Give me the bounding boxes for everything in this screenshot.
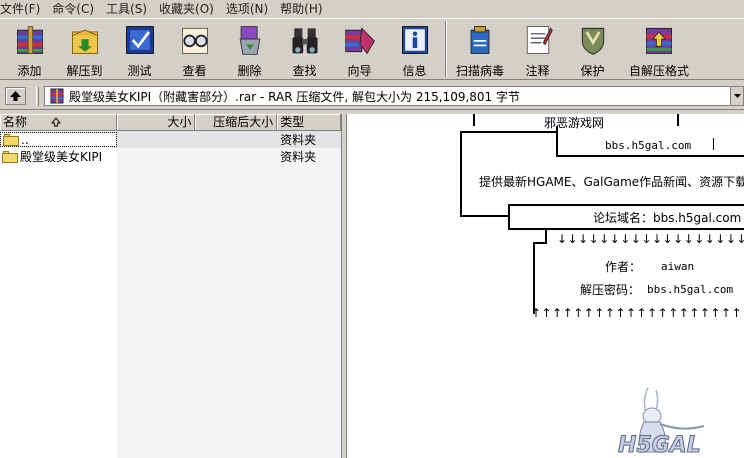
add-label: 添加 — [17, 64, 42, 78]
frame-line — [508, 204, 510, 230]
forum-domain: 论坛域名：bbs.h5gal.com — [593, 211, 742, 225]
frame-line — [460, 131, 556, 133]
password-value: bbs.h5gal.com — [647, 283, 734, 296]
up-folder-button[interactable] — [5, 87, 26, 105]
view-glasses-icon — [181, 27, 208, 54]
delete-recycle-icon — [239, 26, 260, 55]
info-button[interactable]: 信息 — [387, 19, 442, 79]
column-shade — [117, 131, 341, 458]
column-size[interactable]: 大小 — [116, 114, 196, 131]
menu-help[interactable]: 帮助(H) — [280, 1, 328, 17]
site-name: 邪恶游戏网 — [544, 116, 605, 130]
chevron-down-icon — [733, 94, 741, 98]
view-label: 查看 — [182, 64, 207, 78]
sfx-button[interactable]: 自解压格式 — [620, 19, 698, 79]
sfx-icon — [646, 27, 672, 54]
frame-line — [508, 228, 744, 230]
sfx-label: 自解压格式 — [628, 64, 689, 78]
author-label: 作者： — [605, 260, 642, 274]
menu-file[interactable]: 文件(F) — [0, 1, 46, 17]
file-type: 资料夹 — [280, 150, 317, 164]
frame-line — [473, 114, 475, 126]
sort-up-icon — [51, 117, 62, 127]
wizard-icon — [344, 27, 375, 55]
extract-to-button[interactable]: 解压到 — [57, 19, 112, 79]
h5gal-logo-text: H5GAL — [618, 433, 701, 458]
up-arrow-icon — [10, 91, 21, 101]
info-label: 信息 — [402, 64, 427, 78]
menu-bar: 文件(F) 命令(C) 工具(S) 收藏夹(O) 选项(N) 帮助(H) — [0, 0, 744, 17]
file-name: 殿堂级美女KIPI — [20, 150, 103, 164]
site-url: bbs.h5gal.com — [605, 139, 692, 152]
table-row[interactable]: .. 资料夹 — [0, 131, 341, 148]
file-type: 资料夹 — [280, 133, 317, 147]
address-path: 殿堂级美女KIPI（附藏害部分）.rar - RAR 压缩文件, 解包大小为 2… — [69, 89, 520, 104]
column-type[interactable]: 类型 — [277, 114, 341, 131]
comment-icon — [526, 26, 553, 54]
extract-to-label: 解压到 — [66, 64, 103, 78]
add-button[interactable]: 添加 — [2, 19, 57, 79]
frame-line — [460, 131, 462, 217]
frame-line — [460, 215, 510, 217]
add-books-icon — [16, 26, 43, 54]
info-icon — [401, 26, 428, 54]
comment-label: 注释 — [525, 64, 550, 78]
wizard-label: 向导 — [347, 64, 372, 78]
up-arrows-row: ↑↑↑↑↑↑↑↑↑↑↑↑↑↑↑↑↑↑↑↑↑ — [531, 306, 744, 320]
extract-folder-icon — [71, 29, 98, 54]
menu-commands[interactable]: 命令(C) — [52, 1, 100, 17]
address-bar: 殿堂级美女KIPI（附藏害部分）.rar - RAR 压缩文件, 解包大小为 2… — [0, 83, 744, 110]
address-dropdown-button[interactable] — [730, 86, 744, 106]
frame-line — [556, 126, 558, 157]
file-list-header: 名称 大小 压缩后大小 类型 — [0, 114, 341, 131]
file-rows: .. 资料夹 殿堂级美女KIPI 资料夹 — [0, 131, 341, 458]
down-arrows-row: ↓↓↓↓↓↓↓↓↓↓↓↓↓↓↓↓↓↓↓↓↓ — [557, 232, 744, 246]
frame-line — [533, 242, 547, 244]
column-name[interactable]: 名称 — [0, 114, 117, 131]
menu-favorites[interactable]: 收藏夹(O) — [159, 1, 220, 17]
toolbar: 添加 解压到 测试 查看 删除 查找 向导 信息 扫描病毒 注释 保护 自解压格… — [0, 18, 744, 80]
folder-icon — [3, 133, 19, 146]
virus-scan-icon — [470, 26, 490, 54]
find-label: 查找 — [292, 64, 317, 78]
protect-button[interactable]: 保护 — [565, 19, 620, 79]
view-button[interactable]: 查看 — [167, 19, 222, 79]
find-button[interactable]: 查找 — [277, 19, 332, 79]
h5gal-logo-mascot: H5GAL — [618, 387, 705, 458]
menu-tools[interactable]: 工具(S) — [106, 1, 153, 17]
address-grip — [36, 87, 39, 106]
file-name: .. — [21, 132, 29, 147]
frame-line — [556, 155, 744, 157]
delete-button[interactable]: 删除 — [222, 19, 277, 79]
frame-line — [713, 138, 714, 150]
toolbar-separator — [445, 21, 447, 77]
protect-label: 保护 — [580, 64, 605, 78]
site-tagline: 提供最新HGAME、GalGame作品新闻、资源下载的社 — [479, 175, 744, 189]
delete-label: 删除 — [237, 64, 262, 78]
frame-line — [677, 114, 679, 126]
password-label: 解压密码： — [580, 283, 641, 297]
rar-archive-icon — [50, 88, 64, 104]
column-packed-size[interactable]: 压缩后大小 — [195, 114, 278, 131]
menu-options[interactable]: 选项(N) — [226, 1, 274, 17]
frame-line — [508, 204, 744, 206]
test-label: 测试 — [127, 64, 152, 78]
author-value: aiwan — [661, 260, 695, 273]
file-list: 名称 大小 压缩后大小 类型 .. 资料夹 殿堂级美女KIPI 资料夹 — [0, 114, 342, 458]
table-row[interactable]: 殿堂级美女KIPI 资料夹 — [0, 148, 341, 165]
comment-button[interactable]: 注释 — [510, 19, 565, 79]
test-check-icon — [125, 26, 154, 54]
virus-scan-label: 扫描病毒 — [455, 64, 504, 78]
wizard-button[interactable]: 向导 — [332, 19, 387, 79]
frame-line — [533, 242, 535, 314]
address-field[interactable]: 殿堂级美女KIPI（附藏害部分）.rar - RAR 压缩文件, 解包大小为 2… — [44, 86, 730, 106]
find-binoculars-icon — [291, 28, 318, 54]
protect-shield-icon — [581, 27, 604, 55]
archive-comment-panel[interactable]: 邪恶游戏网 bbs.h5gal.com 提供最新HGAME、GalGame作品新… — [346, 114, 744, 458]
folder-icon — [2, 150, 18, 163]
test-button[interactable]: 测试 — [112, 19, 167, 79]
virus-scan-button[interactable]: 扫描病毒 — [450, 19, 510, 79]
